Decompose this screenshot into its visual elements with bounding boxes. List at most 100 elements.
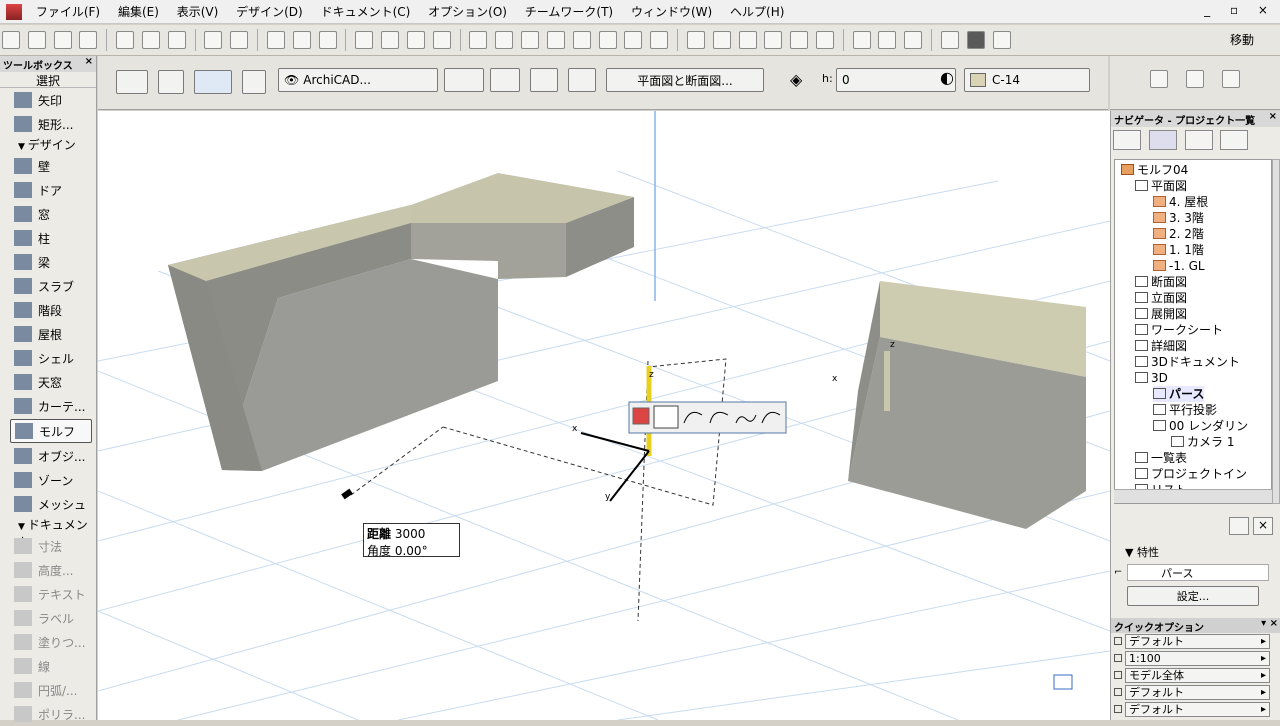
offset-icon[interactable] (790, 31, 809, 49)
pointer-icon[interactable] (242, 70, 266, 94)
tree-item[interactable]: 2. 2階 (1153, 226, 1204, 242)
floor-plan-section-button[interactable]: 平面図と断面図... (606, 68, 764, 92)
tree-item[interactable]: 3D (1135, 370, 1168, 386)
menu-edit[interactable]: 編集(E) (111, 0, 166, 23)
suspend-group-icon[interactable] (521, 31, 540, 49)
tool-line[interactable]: 線 (0, 654, 96, 678)
tool-stair[interactable]: 階段 (0, 298, 96, 322)
tree-item[interactable]: モルフ04 (1121, 162, 1188, 178)
intersect-icon[interactable] (738, 31, 757, 49)
guide-lines-icon[interactable] (381, 31, 400, 49)
open-file-icon[interactable] (27, 31, 46, 49)
elevation-marker-icon[interactable] (852, 31, 871, 49)
tree-item[interactable]: 00 レンダリン (1153, 418, 1248, 434)
tool-dimension[interactable]: 寸法 (0, 534, 96, 558)
surface-edge-icon[interactable] (1221, 70, 1240, 88)
tool-label[interactable]: ラベル (0, 606, 96, 630)
tool-wall[interactable]: 壁 (0, 154, 96, 178)
tree-item[interactable]: 1. 1階 (1153, 242, 1204, 258)
view-map-icon[interactable] (1184, 130, 1213, 150)
menu-help[interactable]: ヘルプ(H) (723, 0, 791, 23)
settings-button[interactable]: 設定... (1127, 586, 1259, 606)
tree-item[interactable]: 平行投影 (1153, 402, 1217, 418)
close-icon[interactable]: ▾ × (1261, 618, 1278, 629)
tool-curtain-wall[interactable]: カーテ... (0, 394, 96, 418)
tool-arrow[interactable]: 矢印 (0, 88, 96, 112)
tool-skylight[interactable]: 天窓 (0, 370, 96, 394)
3d-window-icon[interactable] (966, 31, 985, 49)
find-select-icon[interactable] (266, 31, 285, 49)
height-input[interactable]: 0 (836, 68, 956, 92)
tree-item[interactable]: パース (1153, 386, 1205, 402)
material-selector[interactable]: C-14 (964, 68, 1090, 92)
tool-window[interactable]: 窓 (0, 202, 96, 226)
close-pet-icon[interactable] (632, 407, 650, 425)
paste-icon[interactable] (167, 31, 186, 49)
tree-item[interactable]: 平面図 (1135, 178, 1187, 194)
trace-icon[interactable] (546, 31, 565, 49)
eyedropper-icon[interactable] (598, 31, 617, 49)
tool-mesh[interactable]: メッシュ (0, 492, 96, 516)
morph-face-icon[interactable] (194, 70, 232, 94)
line-tool-icon[interactable] (653, 405, 679, 429)
tree-item[interactable]: ワークシート (1135, 322, 1223, 338)
split-icon[interactable] (686, 31, 705, 49)
tool-morph[interactable]: モルフ (10, 419, 92, 443)
menu-view[interactable]: 表示(V) (170, 0, 226, 23)
surface-top-icon[interactable] (1150, 70, 1168, 88)
redo-icon[interactable] (230, 31, 249, 49)
menu-teamwork[interactable]: チームワーク(T) (518, 0, 620, 23)
tool-door[interactable]: ドア (0, 178, 96, 202)
angle-value[interactable]: 0.00° (395, 544, 428, 558)
tree-horizontal-scrollbar[interactable] (1114, 489, 1272, 503)
morph-shape-icon[interactable] (158, 70, 184, 94)
distance-value[interactable]: 3000 (395, 527, 426, 541)
document-section-header[interactable]: ドキュメント (0, 516, 96, 549)
tree-item[interactable]: 詳細図 (1135, 338, 1187, 354)
quick-option-select[interactable]: デフォルト (1125, 634, 1270, 649)
delete-icon[interactable] (572, 31, 591, 49)
eraser-icon[interactable] (624, 31, 643, 49)
tree-item[interactable]: 展開図 (1135, 306, 1187, 322)
floor-plan-icon[interactable] (992, 31, 1011, 49)
quick-option-select[interactable]: デフォルト (1125, 685, 1270, 700)
snap-guide-icon[interactable] (355, 31, 374, 49)
tool-beam[interactable]: 梁 (0, 250, 96, 274)
surface-side-icon[interactable] (1185, 70, 1204, 88)
undo-icon[interactable] (204, 31, 223, 49)
menu-options[interactable]: オプション(O) (421, 0, 514, 23)
layout-book-icon[interactable] (940, 31, 959, 49)
layer-selector[interactable]: 👁 ArchiCAD... (278, 68, 438, 92)
tree-item[interactable]: プロジェクトイン (1135, 466, 1247, 482)
geometry-method-icon[interactable] (116, 70, 148, 94)
tree-item[interactable]: 3. 3階 (1153, 210, 1204, 226)
render-icon[interactable] (878, 31, 897, 49)
tree-item[interactable]: カメラ 1 (1171, 434, 1234, 450)
menu-design[interactable]: デザイン(D) (229, 0, 310, 23)
tool-arc[interactable]: 円弧/... (0, 678, 96, 702)
tool-roof[interactable]: 屋根 (0, 322, 96, 346)
box-morph[interactable] (848, 281, 1086, 529)
3d-viewport[interactable]: z x y z x 距離 3000 角度 0.00° (98, 111, 1110, 720)
tree-item[interactable]: -1. GL (1153, 258, 1205, 274)
project-tree[interactable]: モルフ04 平面図 4. 屋根 3. 3階 2. 2階 1. 1階 -1. GL 断面図 立面図… (1114, 159, 1272, 504)
delete-view-icon[interactable]: × (1253, 517, 1273, 535)
window-controls[interactable]: _ ▫ × (1204, 3, 1276, 17)
quick-option-select[interactable]: デフォルト (1125, 702, 1270, 717)
cut-icon[interactable] (116, 31, 135, 49)
close-icon[interactable]: × (85, 56, 93, 67)
grid-snap-icon[interactable] (432, 31, 451, 49)
new-view-icon[interactable] (1229, 517, 1249, 535)
fillet-icon[interactable] (764, 31, 783, 49)
tree-item[interactable]: 断面図 (1135, 274, 1187, 290)
group-icon[interactable] (495, 31, 514, 49)
menu-window[interactable]: ウィンドウ(W) (624, 0, 719, 23)
tool-shell[interactable]: シェル (0, 346, 96, 370)
align-icon[interactable] (469, 31, 488, 49)
adjust-icon[interactable] (712, 31, 731, 49)
solid-ops-icon[interactable] (815, 31, 834, 49)
sphere-icon[interactable] (568, 68, 596, 92)
edge-mode-button[interactable] (444, 68, 484, 92)
navigator-popup-icon[interactable] (1113, 130, 1141, 150)
box-icon[interactable] (530, 68, 558, 92)
